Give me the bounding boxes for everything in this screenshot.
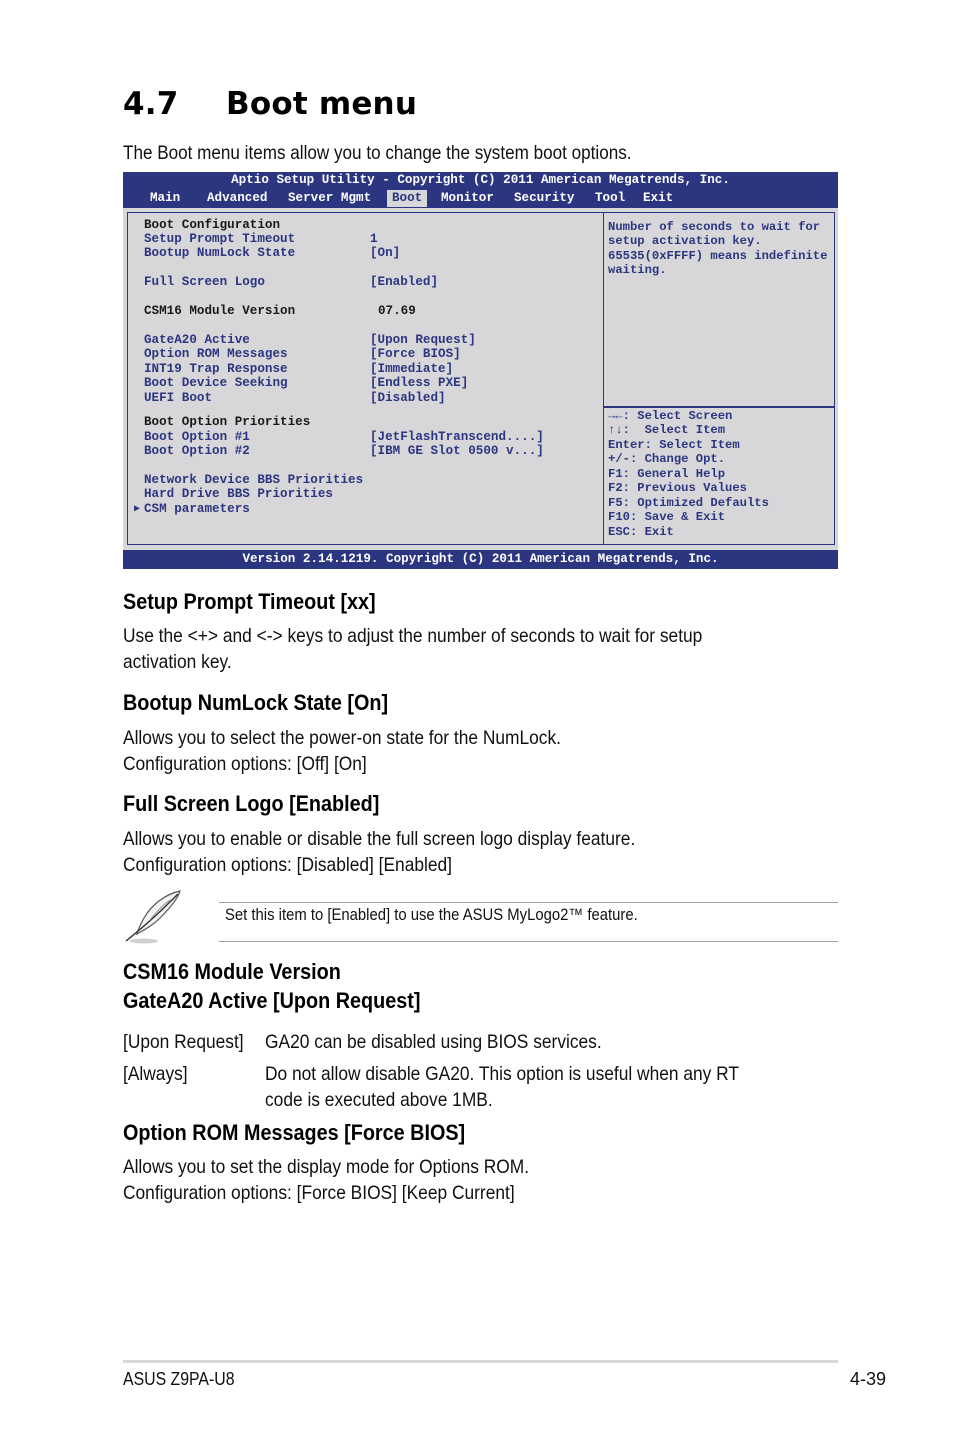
- footer-rule: [123, 1360, 838, 1363]
- tab-main[interactable]: Main: [145, 190, 185, 207]
- heading-setup-prompt-timeout: Setup Prompt Timeout [xx]: [123, 589, 376, 614]
- setting-label: Bootup NumLock State: [144, 246, 296, 260]
- intro-text: The Boot menu items allow you to change …: [123, 143, 632, 164]
- option-desc: GA20 can be disabled using BIOS services…: [265, 1031, 602, 1053]
- paragraph: Configuration options: [Disabled] [Enabl…: [123, 854, 452, 876]
- paragraph: Allows you to set the display mode for O…: [123, 1156, 530, 1178]
- setting-value: 07.69: [378, 304, 416, 318]
- setting-label: Full Screen Logo: [144, 275, 265, 289]
- tab-exit[interactable]: Exit: [638, 190, 678, 207]
- section-title-text: Boot menu: [226, 86, 418, 122]
- setting-boot-device-seeking[interactable]: Boot Device Seeking [Endless PXE]: [144, 376, 468, 390]
- submenu-csm-parameters[interactable]: CSM parameters: [144, 502, 250, 516]
- paragraph: Use the <+> and <-> keys to adjust the n…: [123, 625, 703, 647]
- setting-value: [Immediate]: [370, 362, 454, 376]
- setting-value: [On]: [370, 246, 401, 260]
- tab-monitor[interactable]: Monitor: [436, 190, 499, 207]
- help-line: setup activation key.: [608, 234, 762, 248]
- key-help-line: F1: General Help: [608, 467, 726, 481]
- heading-csm16-version: CSM16 Module Version: [123, 959, 341, 984]
- help-line: Number of seconds to wait for: [608, 220, 821, 234]
- paragraph: Allows you to select the power-on state …: [123, 727, 561, 749]
- key-help-line: +/-: Change Opt.: [608, 452, 726, 466]
- note-text: Set this item to [Enabled] to use the AS…: [225, 906, 638, 924]
- setting-label: UEFI Boot: [144, 391, 213, 405]
- note-rule-top: [219, 902, 838, 903]
- key-help-line: ↑↓: Select Item: [608, 423, 726, 437]
- boot-config-header: Boot Configuration: [144, 218, 281, 232]
- setting-label: Option ROM Messages: [144, 347, 288, 361]
- setting-value: [Upon Request]: [370, 333, 476, 347]
- bios-title-bar: Aptio Setup Utility - Copyright (C) 2011…: [123, 172, 838, 189]
- setting-value: [Disabled]: [370, 391, 446, 405]
- setting-value: [Force BIOS]: [370, 347, 461, 361]
- key-help-line: F5: Optimized Defaults: [608, 496, 769, 510]
- setting-label: INT19 Trap Response: [144, 362, 288, 376]
- option-key: [Always]: [123, 1063, 188, 1085]
- setting-label: Setup Prompt Timeout: [144, 232, 296, 246]
- setting-bootup-numlock[interactable]: Bootup NumLock State [On]: [144, 246, 400, 260]
- tab-advanced[interactable]: Advanced: [202, 190, 272, 207]
- setting-value: [Enabled]: [370, 275, 439, 289]
- note-feather-icon: [125, 890, 181, 944]
- tab-security[interactable]: Security: [509, 190, 579, 207]
- bios-tab-bar: Main Advanced Server Mgmt Boot Monitor S…: [123, 189, 838, 208]
- setting-int19[interactable]: INT19 Trap Response [Immediate]: [144, 362, 453, 376]
- help-line: 65535(0xFFFF) means indefinite: [608, 249, 828, 263]
- key-help-line: ESC: Exit: [608, 525, 674, 539]
- paragraph: Configuration options: [Force BIOS] [Kee…: [123, 1182, 515, 1204]
- setting-value: 1: [370, 232, 378, 246]
- key-help-line: F10: Save & Exit: [608, 510, 726, 524]
- bios-help-panel: Number of seconds to wait for setup acti…: [603, 212, 835, 407]
- heading-bootup-numlock: Bootup NumLock State [On]: [123, 690, 389, 715]
- bios-screenshot: Aptio Setup Utility - Copyright (C) 2011…: [123, 172, 838, 569]
- setting-value: [Endless PXE]: [370, 376, 469, 390]
- setting-label: Boot Device Seeking: [144, 376, 288, 390]
- footer-page-number: 4-39: [849, 1369, 886, 1389]
- key-help-line: →←: Select Screen: [608, 409, 733, 423]
- bios-key-legend: →←: Select Screen ↑↓: Select Item Enter:…: [603, 407, 835, 545]
- heading-gatea20-active: GateA20 Active [Upon Request]: [123, 988, 421, 1013]
- boot-priorities-header: Boot Option Priorities: [144, 415, 311, 429]
- paragraph: Allows you to enable or disable the full…: [123, 828, 636, 850]
- submenu-hdd-bbs[interactable]: Hard Drive BBS Priorities: [144, 487, 333, 501]
- option-desc: Do not allow disable GA20. This option i…: [265, 1063, 739, 1085]
- tab-boot[interactable]: Boot: [387, 190, 428, 207]
- setting-full-screen-logo[interactable]: Full Screen Logo [Enabled]: [144, 275, 438, 289]
- setting-label: Boot Option #1: [144, 430, 250, 444]
- option-key: [Upon Request]: [123, 1031, 244, 1053]
- heading-option-rom-messages: Option ROM Messages [Force BIOS]: [123, 1120, 466, 1145]
- paragraph: activation key.: [123, 651, 232, 673]
- bios-version-bar: Version 2.14.1219. Copyright (C) 2011 Am…: [123, 550, 838, 569]
- setting-setup-prompt-timeout[interactable]: Setup Prompt Timeout 1: [144, 232, 378, 246]
- section-title: 4.7 Boot menu: [123, 86, 417, 122]
- key-help-line: F2: Previous Values: [608, 481, 747, 495]
- setting-option-rom[interactable]: Option ROM Messages [Force BIOS]: [144, 347, 461, 361]
- submenu-network-bbs[interactable]: Network Device BBS Priorities: [144, 473, 363, 487]
- submenu-arrow-icon: ▶: [134, 504, 141, 515]
- setting-boot-option-1[interactable]: Boot Option #1 [JetFlashTranscend....]: [144, 430, 544, 444]
- footer-product-name: ASUS Z9PA-U8: [123, 1369, 235, 1389]
- tab-tool[interactable]: Tool: [590, 190, 630, 207]
- setting-gatea20[interactable]: GateA20 Active [Upon Request]: [144, 333, 476, 347]
- note-rule-bottom: [219, 941, 838, 942]
- setting-label: GateA20 Active: [144, 333, 250, 347]
- key-help-line: Enter: Select Item: [608, 438, 740, 452]
- section-number: 4.7: [123, 86, 179, 122]
- paragraph: Configuration options: [Off] [On]: [123, 753, 367, 775]
- setting-value: [IBM GE Slot 0500 v...]: [370, 444, 544, 458]
- setting-label: Boot Option #2: [144, 444, 250, 458]
- info-csm16-version: CSM16 Module Version 07.69: [144, 304, 416, 318]
- bios-settings-panel: Boot Configuration Setup Prompt Timeout 1…: [127, 212, 604, 545]
- heading-full-screen-logo: Full Screen Logo [Enabled]: [123, 791, 380, 816]
- setting-value: [JetFlashTranscend....]: [370, 430, 544, 444]
- setting-boot-option-2[interactable]: Boot Option #2 [IBM GE Slot 0500 v...]: [144, 444, 544, 458]
- setting-uefi-boot[interactable]: UEFI Boot [Disabled]: [144, 391, 446, 405]
- tab-server-mgmt[interactable]: Server Mgmt: [283, 190, 376, 207]
- help-line: waiting.: [608, 263, 667, 277]
- option-desc: code is executed above 1MB.: [265, 1089, 493, 1111]
- setting-label: CSM16 Module Version: [144, 304, 296, 318]
